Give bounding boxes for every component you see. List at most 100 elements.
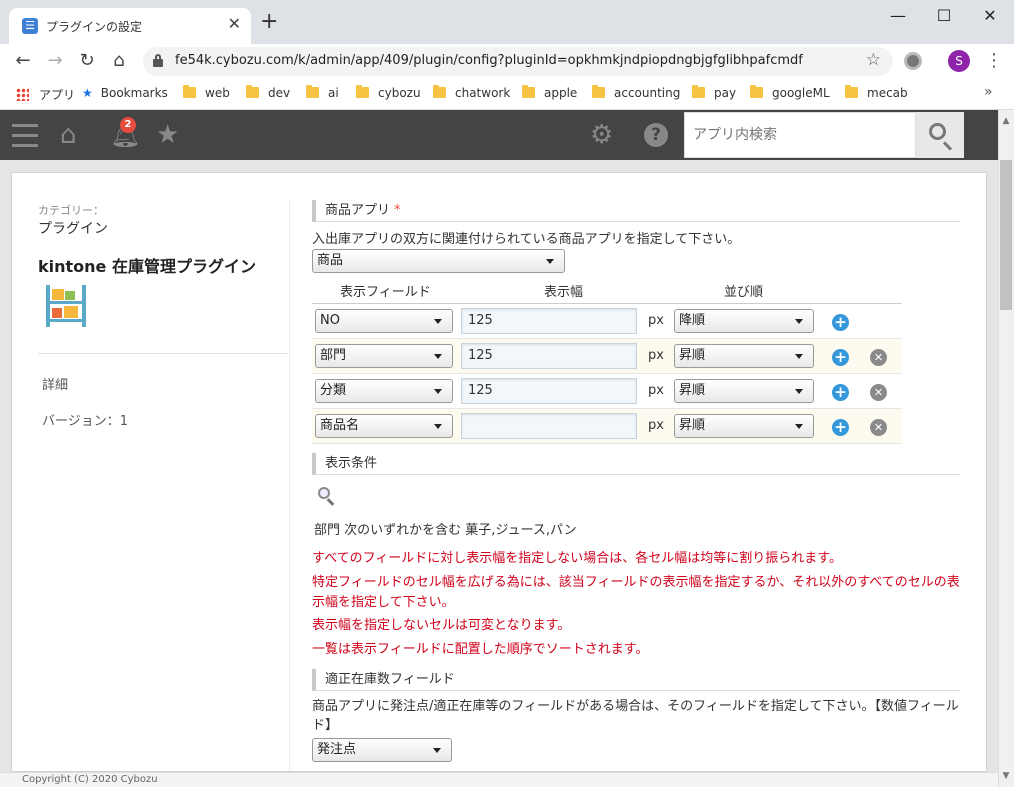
copyright-text: Copyright (C) 2020 Cybozu <box>22 774 158 785</box>
chevron-down-icon <box>795 389 803 394</box>
add-row-icon[interactable]: + <box>832 314 849 331</box>
chevron-down-icon <box>795 424 803 429</box>
folder-icon <box>183 85 196 98</box>
inventory-shelf-icon <box>42 281 90 329</box>
minimize-icon[interactable]: — <box>878 6 918 25</box>
bookmark-folder[interactable]: chatwork <box>433 85 510 100</box>
settings-form: 商品アプリ * 入出庫アプリの双方に関連付けられている商品アプリを指定して下さい。… <box>312 173 972 771</box>
bookmarks-overflow-icon[interactable]: » <box>984 84 993 100</box>
field-select[interactable]: 部門 <box>315 344 453 368</box>
table-row: 分類 125 px 昇順 + ✕ <box>312 374 902 409</box>
profile-avatar[interactable]: S <box>948 50 970 72</box>
scroll-up-icon[interactable]: ▲ <box>1000 116 1012 126</box>
bookmark-folder[interactable]: dev <box>246 85 290 100</box>
width-input[interactable]: 125 <box>461 343 637 369</box>
bookmark-bookmarks[interactable]: ★ Bookmarks <box>82 86 168 100</box>
menu-icon[interactable] <box>12 124 38 147</box>
column-header-order: 並び順 <box>724 285 764 300</box>
help-icon[interactable]: ? <box>644 123 668 147</box>
note-text: 一覧は表示フィールドに配置した順序でソートされます。 <box>312 642 649 657</box>
order-select[interactable]: 昇順 <box>674 379 814 403</box>
star-icon: ★ <box>82 86 93 100</box>
order-select[interactable]: 昇順 <box>674 414 814 438</box>
add-row-icon[interactable]: + <box>832 384 849 401</box>
tab-title: プラグインの設定 <box>46 20 143 34</box>
px-unit-label: px <box>648 313 664 328</box>
maximize-icon[interactable]: ☐ <box>924 6 964 25</box>
favorites-star-icon[interactable]: ★ <box>156 120 179 150</box>
new-tab-icon[interactable]: + <box>260 11 278 33</box>
browser-tab[interactable]: ☰ プラグインの設定 ✕ <box>9 8 251 44</box>
scroll-down-icon[interactable]: ▼ <box>1000 771 1012 781</box>
add-row-icon[interactable]: + <box>832 349 849 366</box>
extension-icon[interactable] <box>904 52 922 70</box>
bookmark-folder[interactable]: mecab <box>845 85 908 100</box>
remove-row-icon[interactable]: ✕ <box>870 349 887 366</box>
note-text: 特定フィールドのセル幅を広げる為には、該当フィールドの表示幅を指定するか、それ以… <box>312 575 960 610</box>
detail-link[interactable]: 詳細 <box>42 374 68 393</box>
order-select[interactable]: 降順 <box>674 309 814 333</box>
stock-field-select[interactable]: 発注点 <box>312 738 452 762</box>
browser-toolbar: ← → ↻ ⌂ fe54k.cybozu.com/k/admin/app/409… <box>0 44 1014 78</box>
footer: Copyright (C) 2020 Cybozu <box>0 772 998 787</box>
px-unit-label: px <box>648 383 664 398</box>
settings-gear-icon[interactable]: ⚙ <box>590 120 613 150</box>
folder-icon <box>592 85 605 98</box>
width-input[interactable]: 125 <box>461 378 637 404</box>
bookmark-star-icon[interactable]: ☆ <box>866 50 881 70</box>
display-condition-text: 部門 次のいずれかを含む 菓子,ジュース,パン <box>314 523 577 538</box>
bookmark-folder[interactable]: ai <box>306 85 339 100</box>
field-select[interactable]: 分類 <box>315 379 453 403</box>
bookmark-folder[interactable]: googleML <box>750 85 830 100</box>
category-label: カテゴリー： <box>38 204 104 217</box>
search-icon <box>929 123 946 140</box>
px-unit-label: px <box>648 418 664 433</box>
bookmark-folder[interactable]: accounting <box>592 85 680 100</box>
url-text[interactable]: fe54k.cybozu.com/k/admin/app/409/plugin/… <box>175 53 803 68</box>
browser-menu-icon[interactable]: ⋮ <box>985 50 1003 71</box>
forward-icon[interactable]: → <box>44 50 66 71</box>
app-search-field[interactable] <box>684 112 916 158</box>
remove-row-icon[interactable]: ✕ <box>870 419 887 436</box>
bookmark-folder[interactable]: pay <box>692 85 736 100</box>
width-input[interactable] <box>461 413 637 439</box>
chevron-down-icon <box>434 424 442 429</box>
bookmark-folder[interactable]: cybozu <box>356 85 421 100</box>
category-value: プラグイン <box>38 221 108 237</box>
app-search-input[interactable] <box>685 113 915 157</box>
search-button[interactable] <box>916 112 964 158</box>
window-close-icon[interactable]: ✕ <box>970 6 1010 25</box>
section-title-product-app: 商品アプリ * <box>312 200 960 222</box>
scrollbar-thumb[interactable] <box>1000 160 1012 310</box>
table-row: NO 125 px 降順 + <box>312 304 902 339</box>
bookmark-apps[interactable]: アプリ <box>16 86 75 103</box>
bookmark-folder[interactable]: web <box>183 85 230 100</box>
reload-icon[interactable]: ↻ <box>76 50 98 71</box>
remove-row-icon[interactable]: ✕ <box>870 384 887 401</box>
field-select[interactable]: 商品名 <box>315 414 453 438</box>
home-icon[interactable]: ⌂ <box>60 120 77 150</box>
chevron-down-icon <box>434 319 442 324</box>
folder-icon <box>306 85 319 98</box>
plugin-name: kintone 在庫管理プラグイン <box>38 257 256 276</box>
chevron-down-icon <box>434 389 442 394</box>
chevron-down-icon <box>434 354 442 359</box>
required-mark: * <box>394 203 401 218</box>
filter-search-icon[interactable] <box>318 487 336 506</box>
add-row-icon[interactable]: + <box>832 419 849 436</box>
product-app-select[interactable]: 商品 <box>312 249 565 273</box>
address-bar[interactable]: fe54k.cybozu.com/k/admin/app/409/plugin/… <box>143 47 893 76</box>
field-select[interactable]: NO <box>315 309 453 333</box>
home-icon[interactable]: ⌂ <box>108 50 130 71</box>
column-header-field: 表示フィールド <box>340 285 431 300</box>
table-row: 部門 125 px 昇順 + ✕ <box>312 339 902 374</box>
tab-close-icon[interactable]: ✕ <box>228 14 241 33</box>
note-text: すべてのフィールドに対し表示幅を指定しない場合は、各セル幅は均等に割り振られます… <box>312 551 843 566</box>
bookmark-folder[interactable]: apple <box>522 85 577 100</box>
column-header-width: 表示幅 <box>544 285 584 300</box>
order-select[interactable]: 昇順 <box>674 344 814 368</box>
width-input[interactable]: 125 <box>461 308 637 334</box>
back-icon[interactable]: ← <box>12 50 34 71</box>
sidebar-divider <box>38 353 288 354</box>
kintone-favicon-icon: ☰ <box>22 18 38 34</box>
